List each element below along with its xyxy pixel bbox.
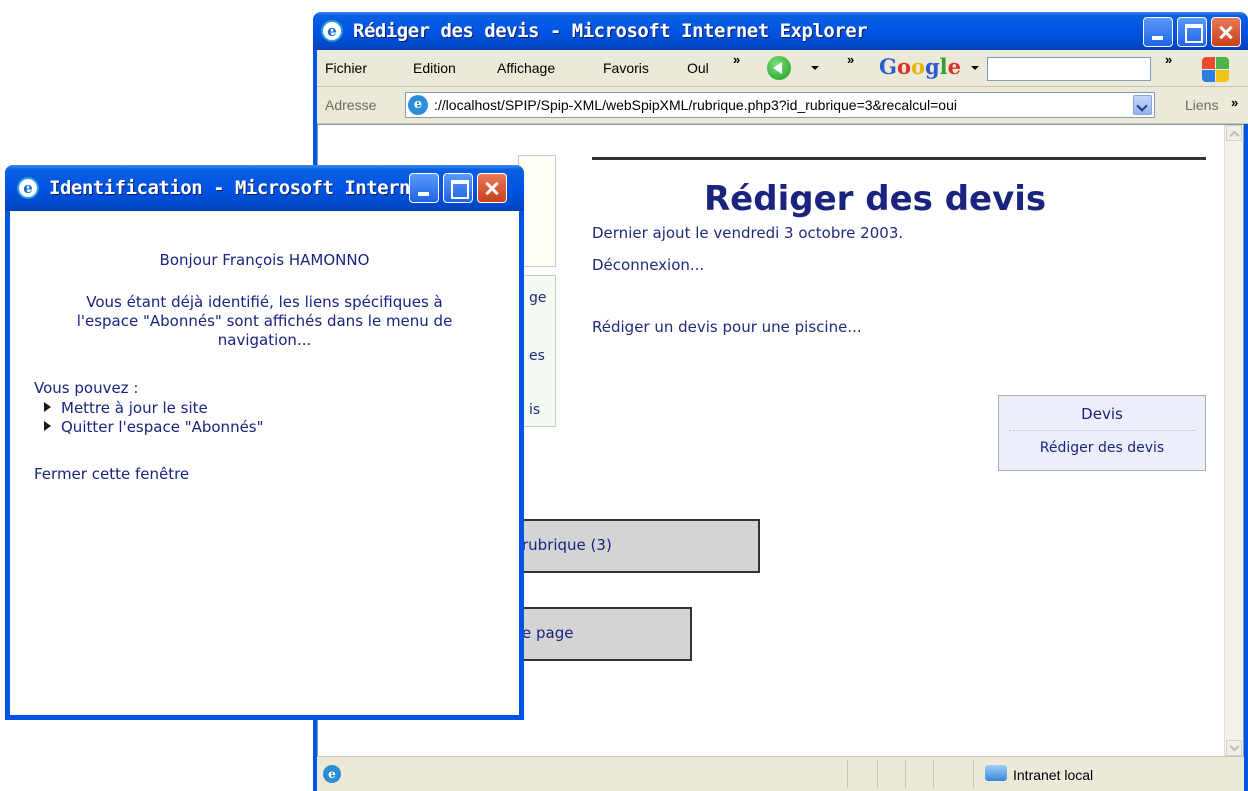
- menu-favoris[interactable]: Favoris: [603, 58, 649, 78]
- popup-window-title: Identification - Microsoft Intern...: [49, 177, 443, 199]
- nav-box-divider: [1009, 430, 1195, 431]
- status-separator: [933, 760, 934, 788]
- toolbar-overflow-chevron-icon[interactable]: »: [847, 53, 854, 67]
- devis-nav-box: Devis Rédiger des devis: [998, 395, 1206, 471]
- message-line-2: l'espace "Abonnés" sont affichés dans le…: [76, 312, 453, 330]
- google-search-input[interactable]: [987, 57, 1151, 81]
- page-ie-icon: e: [408, 95, 428, 115]
- nav-box-link[interactable]: Rédiger des devis: [999, 438, 1205, 458]
- google-logo[interactable]: Google: [879, 54, 961, 80]
- vertical-scrollbar[interactable]: [1224, 125, 1243, 756]
- logout-link[interactable]: Déconnexion...: [592, 255, 704, 275]
- popup-titlebar[interactable]: e Identification - Microsoft Intern...: [5, 165, 524, 211]
- address-dropdown-button[interactable]: [1133, 95, 1152, 115]
- links-chevron-icon[interactable]: »: [1231, 96, 1238, 110]
- toolbar-area: Fichier Edition Affichage Favoris Oul » …: [317, 50, 1248, 124]
- option-update-site-label[interactable]: Mettre à jour le site: [61, 399, 208, 417]
- popup-maximize-button[interactable]: [443, 173, 473, 203]
- rubrique-button-label: rubrique (3): [522, 536, 612, 554]
- bullet-arrow-icon: [44, 421, 51, 431]
- menu-edition[interactable]: Edition: [413, 58, 456, 78]
- message-line-1: Vous étant déjà identifié, les liens spé…: [86, 293, 443, 311]
- back-arrow-icon[interactable]: [767, 56, 791, 80]
- address-label: Adresse: [325, 97, 377, 113]
- identification-popup-window: e Identification - Microsoft Intern... B…: [5, 165, 524, 720]
- menu-outils[interactable]: Oul: [687, 58, 709, 78]
- windows-logo-icon: [1201, 56, 1231, 84]
- greeting-text: Bonjour François HAMONNO: [159, 251, 370, 269]
- minimize-button[interactable]: [1143, 17, 1173, 47]
- close-button[interactable]: [1211, 17, 1241, 47]
- main-window-title: Rédiger des devis - Microsoft Internet E…: [353, 20, 868, 42]
- side-menu-item-3[interactable]: is: [529, 402, 540, 418]
- menu-overflow-chevron-icon[interactable]: »: [733, 53, 740, 67]
- menu-row: Fichier Edition Affichage Favoris Oul » …: [317, 50, 1248, 87]
- menu-affichage[interactable]: Affichage: [497, 58, 555, 78]
- main-titlebar[interactable]: e Rédiger des devis - Microsoft Internet…: [313, 12, 1248, 50]
- quote-pool-link[interactable]: Rédiger un devis pour une piscine...: [592, 317, 862, 337]
- page-rule: [592, 157, 1206, 160]
- popup-minimize-button[interactable]: [409, 173, 439, 203]
- side-menu-item-1[interactable]: ge: [529, 290, 547, 306]
- nav-box-heading[interactable]: Devis: [999, 404, 1205, 424]
- message-line-3: navigation...: [217, 331, 312, 349]
- page-title: Rédiger des devis: [704, 179, 1047, 219]
- security-zone-label: Intranet local: [1013, 767, 1094, 783]
- option-update-site[interactable]: Mettre à jour le site: [44, 399, 208, 418]
- google-overflow-chevron-icon[interactable]: »: [1165, 53, 1172, 67]
- maximize-button[interactable]: [1177, 17, 1207, 47]
- menu-fichier[interactable]: Fichier: [325, 58, 367, 78]
- status-bar: e Intranet local: [317, 756, 1244, 791]
- address-url[interactable]: ://localhost/SPIP/Spip-XML/webSpipXML/ru…: [434, 96, 957, 114]
- close-window-link[interactable]: Fermer cette fenêtre: [34, 465, 189, 484]
- back-dropdown-icon[interactable]: [811, 66, 819, 70]
- popup-close-button[interactable]: [477, 173, 507, 203]
- status-separator: [847, 760, 848, 788]
- status-ie-icon: e: [323, 765, 341, 783]
- popup-ie-icon: e: [17, 177, 39, 199]
- options-label: Vous pouvez :: [34, 379, 139, 397]
- status-separator: [877, 760, 878, 788]
- popup-content: Bonjour François HAMONNO Vous étant déjà…: [10, 211, 519, 715]
- scroll-down-icon[interactable]: [1226, 740, 1242, 756]
- side-menu-item-2[interactable]: es: [529, 348, 545, 364]
- page-button-label: e page: [522, 624, 574, 642]
- address-bar[interactable]: e ://localhost/SPIP/Spip-XML/webSpipXML/…: [405, 92, 1155, 118]
- status-separator: [973, 760, 974, 788]
- scroll-up-icon[interactable]: [1226, 125, 1242, 141]
- google-dropdown-icon[interactable]: [971, 66, 979, 70]
- status-separator: [905, 760, 906, 788]
- links-label[interactable]: Liens: [1185, 95, 1218, 115]
- option-quit-subscribers-label[interactable]: Quitter l'espace "Abonnés": [61, 418, 264, 436]
- option-quit-subscribers[interactable]: Quitter l'espace "Abonnés": [44, 418, 264, 437]
- last-update-text: Dernier ajout le vendredi 3 octobre 2003…: [592, 224, 904, 242]
- ie-icon: e: [321, 20, 343, 42]
- address-row: Adresse e ://localhost/SPIP/Spip-XML/web…: [317, 87, 1248, 124]
- intranet-zone-icon: [985, 765, 1007, 781]
- bullet-arrow-icon: [44, 402, 51, 412]
